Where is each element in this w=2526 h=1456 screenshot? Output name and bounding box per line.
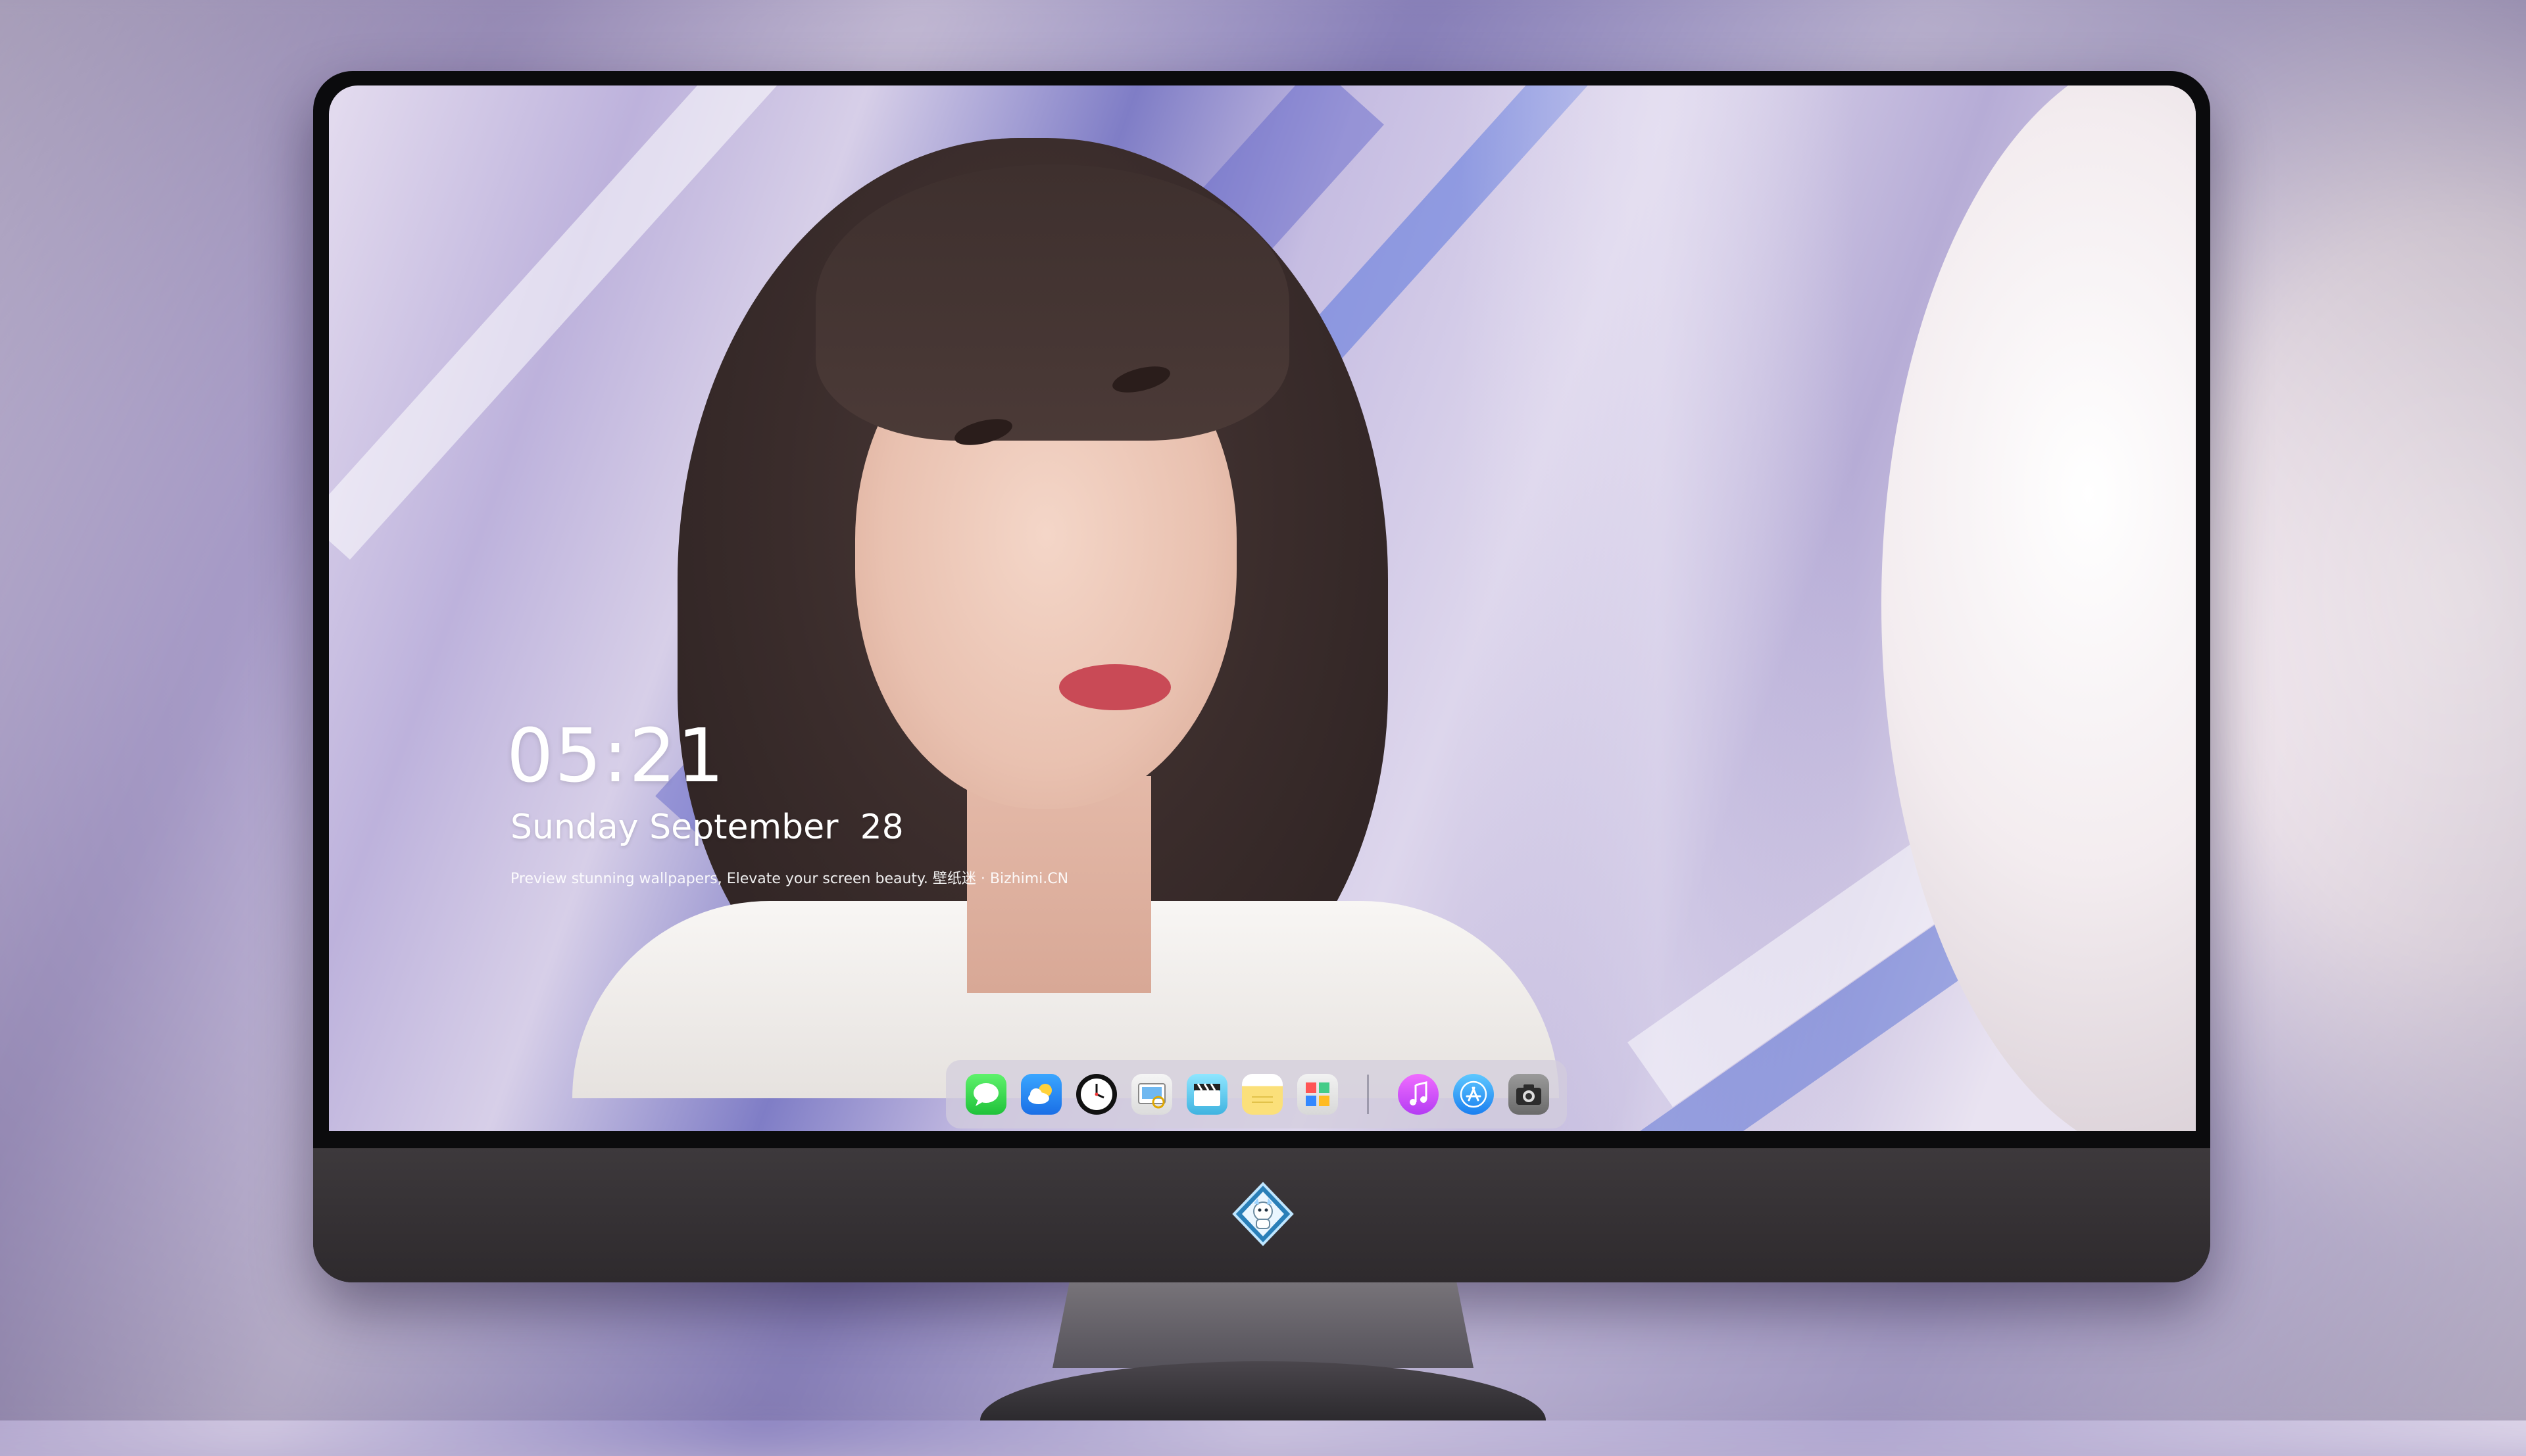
portrait-bangs bbox=[816, 164, 1289, 441]
music-note-icon[interactable] bbox=[1398, 1074, 1439, 1115]
mascot-logo-icon bbox=[1230, 1181, 1296, 1247]
preview-icon[interactable] bbox=[1131, 1074, 1172, 1115]
notes-icon[interactable] bbox=[1242, 1074, 1283, 1115]
lockscreen-tagline: Preview stunning wallpapers, Elevate you… bbox=[510, 871, 1069, 887]
portrait-lips bbox=[1059, 664, 1171, 710]
clock-icon[interactable] bbox=[1076, 1074, 1117, 1115]
lockscreen-date: Sunday September 28 bbox=[510, 808, 904, 847]
dock-separator bbox=[1367, 1075, 1369, 1114]
camera-icon[interactable] bbox=[1508, 1074, 1549, 1115]
clapperboard-icon[interactable] bbox=[1187, 1074, 1227, 1115]
dock bbox=[946, 1060, 1567, 1128]
monitor-stand bbox=[1052, 1282, 1474, 1368]
wallpaper-portrait bbox=[329, 85, 2196, 1131]
weather-cloud-icon[interactable] bbox=[1021, 1074, 1062, 1115]
app-store-icon[interactable] bbox=[1453, 1074, 1494, 1115]
lockscreen-time: 05:21 bbox=[507, 714, 726, 799]
message-bubble-icon[interactable] bbox=[966, 1074, 1006, 1115]
photos-icon[interactable] bbox=[1297, 1074, 1338, 1115]
